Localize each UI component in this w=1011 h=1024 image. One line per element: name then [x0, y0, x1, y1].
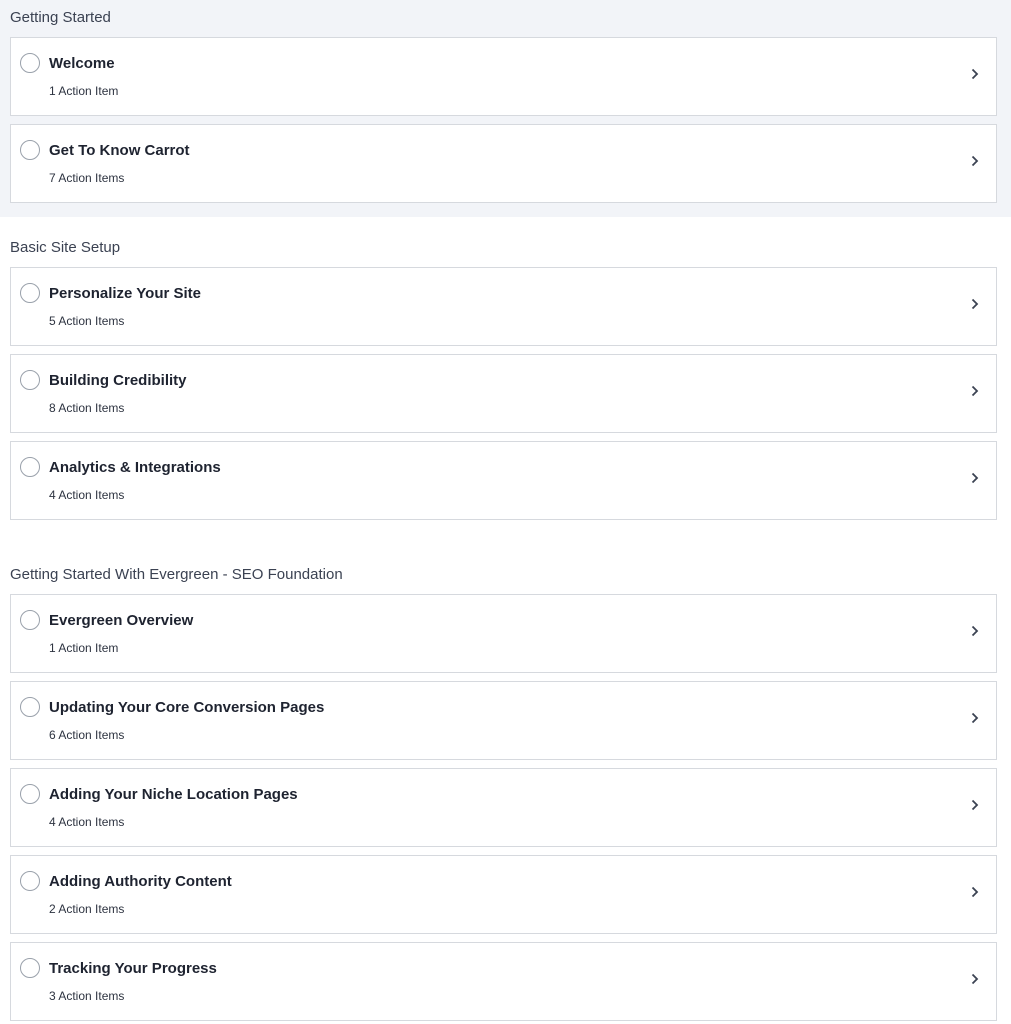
chevron-right-icon[interactable] — [971, 625, 979, 637]
checklist-item-welcome[interactable]: Welcome 1 Action Item — [10, 37, 997, 116]
checklist-item-evergreen-overview[interactable]: Evergreen Overview 1 Action Item — [10, 594, 997, 673]
empty-circle-icon[interactable] — [20, 697, 40, 717]
empty-circle-icon[interactable] — [20, 53, 40, 73]
item-action-count: 3 Action Items — [49, 989, 125, 1003]
empty-circle-icon[interactable] — [20, 457, 40, 477]
checklist-item-analytics-integrations[interactable]: Analytics & Integrations 4 Action Items — [10, 441, 997, 520]
item-title: Building Credibility — [49, 372, 187, 389]
item-action-count: 5 Action Items — [49, 314, 125, 328]
section-title: Basic Site Setup — [10, 239, 121, 256]
item-title: Welcome — [49, 55, 115, 72]
checklist-item-personalize-your-site[interactable]: Personalize Your Site 5 Action Items — [10, 267, 997, 346]
section-basic-site-setup: Basic Site Setup Personalize Your Site 5… — [0, 217, 1011, 520]
item-action-count: 1 Action Item — [49, 641, 119, 655]
item-action-count: 2 Action Items — [49, 902, 125, 916]
checklist-item-building-credibility[interactable]: Building Credibility 8 Action Items — [10, 354, 997, 433]
item-action-count: 8 Action Items — [49, 401, 125, 415]
item-title: Get To Know Carrot — [49, 142, 190, 159]
checklist-item-get-to-know-carrot[interactable]: Get To Know Carrot 7 Action Items — [10, 124, 997, 203]
checklist-item-tracking-your-progress[interactable]: Tracking Your Progress 3 Action Items — [10, 942, 997, 1021]
section-title: Getting Started With Evergreen - SEO Fou… — [10, 566, 343, 583]
item-title: Personalize Your Site — [49, 285, 201, 302]
item-action-count: 7 Action Items — [49, 171, 125, 185]
item-title: Evergreen Overview — [49, 612, 194, 629]
checklist-item-niche-location-pages[interactable]: Adding Your Niche Location Pages 4 Actio… — [10, 768, 997, 847]
empty-circle-icon[interactable] — [20, 784, 40, 804]
section-getting-started: Getting Started Welcome 1 Action Item Ge… — [0, 0, 1011, 217]
section-title: Getting Started — [10, 9, 111, 26]
chevron-right-icon[interactable] — [971, 712, 979, 724]
section-evergreen-seo-foundation: Getting Started With Evergreen - SEO Fou… — [0, 528, 1011, 1021]
chevron-right-icon[interactable] — [971, 973, 979, 985]
item-action-count: 4 Action Items — [49, 815, 125, 829]
item-action-count: 1 Action Item — [49, 84, 119, 98]
empty-circle-icon[interactable] — [20, 283, 40, 303]
empty-circle-icon[interactable] — [20, 140, 40, 160]
checklist-item-core-conversion-pages[interactable]: Updating Your Core Conversion Pages 6 Ac… — [10, 681, 997, 760]
chevron-right-icon[interactable] — [971, 886, 979, 898]
item-title: Adding Your Niche Location Pages — [49, 786, 298, 803]
chevron-right-icon[interactable] — [971, 68, 979, 80]
chevron-right-icon[interactable] — [971, 298, 979, 310]
chevron-right-icon[interactable] — [971, 385, 979, 397]
checklist-item-authority-content[interactable]: Adding Authority Content 2 Action Items — [10, 855, 997, 934]
empty-circle-icon[interactable] — [20, 370, 40, 390]
item-action-count: 6 Action Items — [49, 728, 125, 742]
empty-circle-icon[interactable] — [20, 958, 40, 978]
item-title: Adding Authority Content — [49, 873, 232, 890]
empty-circle-icon[interactable] — [20, 871, 40, 891]
chevron-right-icon[interactable] — [971, 472, 979, 484]
item-action-count: 4 Action Items — [49, 488, 125, 502]
item-title: Tracking Your Progress — [49, 960, 217, 977]
chevron-right-icon[interactable] — [971, 799, 979, 811]
item-title: Analytics & Integrations — [49, 459, 221, 476]
empty-circle-icon[interactable] — [20, 610, 40, 630]
item-title: Updating Your Core Conversion Pages — [49, 699, 325, 716]
chevron-right-icon[interactable] — [971, 155, 979, 167]
